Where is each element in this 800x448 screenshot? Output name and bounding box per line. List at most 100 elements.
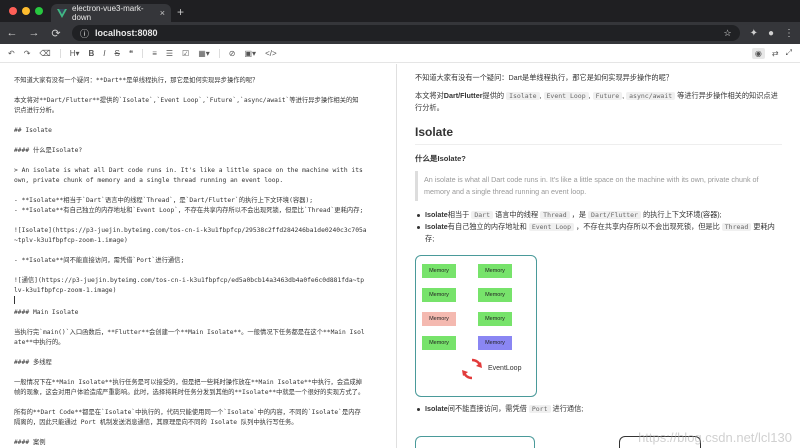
image-icon[interactable]: ▣▾ <box>244 49 256 58</box>
inline-code: Isolate <box>506 92 540 100</box>
italic-icon[interactable]: I <box>103 49 105 58</box>
li-text: 进行通信; <box>552 404 584 413</box>
heading-isolate: Isolate <box>415 124 782 145</box>
editor-line[interactable]: 本文将对**Dart/Flutter**提供的`Isolate`,`Event … <box>14 96 382 106</box>
toolbar-divider <box>142 48 144 58</box>
editor-line[interactable]: 一般情况下在**Main Isolate**执行任务是可以接受的，但是把一些耗时… <box>14 378 382 388</box>
redo-icon[interactable]: ↷ <box>24 49 31 58</box>
profile-icon[interactable]: ● <box>768 28 774 39</box>
inline-code: Thread <box>540 211 570 219</box>
menu-icon[interactable]: ⋮ <box>784 28 794 39</box>
editor-line[interactable]: 不知道大家有没有一个疑问：**Dart**是单线程执行，那它是如何实现异步操作的… <box>14 76 382 86</box>
blank-line[interactable] <box>14 318 382 328</box>
preview-toggle-icon[interactable]: ◉ <box>751 47 765 59</box>
editor-line[interactable]: 当执行完`main()`入口函数后，**Flutter**会创建一个**Main… <box>14 328 382 338</box>
li-bold: Isolate <box>425 222 448 231</box>
editor-toolbar: ↶ ↷ ⌫ H▾ B I S ❝ ≡ ☰ ☑ ▦▾ ⊘ ▣▾ </> ◉ ⇄ ⤢ <box>0 44 800 63</box>
blank-line[interactable] <box>14 398 382 408</box>
extensions-icon[interactable]: ✦ <box>750 28 758 39</box>
sync-scroll-icon[interactable]: ⇄ <box>772 49 779 58</box>
window-controls <box>0 7 51 22</box>
editor-line[interactable]: #### Main Isolate <box>14 308 382 318</box>
editor-line[interactable]: > An isolate is what all Dart code runs … <box>14 166 382 176</box>
blank-line[interactable] <box>14 348 382 358</box>
reload-button[interactable]: ⟳ <box>50 27 62 40</box>
editor-line[interactable]: #### 什么是Isolate? <box>14 146 382 156</box>
text-cursor <box>14 296 382 308</box>
new-tab-button[interactable]: + <box>171 5 190 22</box>
clear-icon[interactable]: ⌫ <box>39 49 50 58</box>
memory-cell: Memory <box>478 336 512 350</box>
blank-line[interactable] <box>14 216 382 226</box>
editor-line[interactable]: ~tplv-k3u1fbpfcp-zoom-1.image) <box>14 236 382 246</box>
url-field[interactable]: ⓘ localhost:8080 ☆ <box>72 25 740 41</box>
blank-line[interactable] <box>14 136 382 146</box>
blank-line[interactable] <box>14 156 382 166</box>
editor-line[interactable]: 所有的**Dart Code**都是在`Isolate`中执行的，代码只能使用同… <box>14 408 382 418</box>
inline-code: Thread <box>721 223 752 231</box>
inline-code: Dart <box>471 211 494 219</box>
browser-tab[interactable]: electron-vue3-mark-down × <box>51 4 171 22</box>
task-list-icon[interactable]: ☑ <box>182 49 189 58</box>
back-button[interactable]: ← <box>6 27 18 39</box>
blank-line[interactable] <box>14 266 382 276</box>
undo-icon[interactable]: ↶ <box>8 49 15 58</box>
li-text: 间不能直接访问，需凭借 <box>447 404 527 413</box>
markdown-editor[interactable]: 不知道大家有没有一个疑问：**Dart**是单线程执行，那它是如何实现异步操作的… <box>0 64 397 448</box>
blank-line[interactable] <box>14 246 382 256</box>
blank-line[interactable] <box>14 86 382 96</box>
code-icon[interactable]: </> <box>265 49 277 58</box>
memory-cell: Memory <box>478 312 512 326</box>
summary-text: 本文将对 <box>415 91 444 100</box>
editor-line[interactable]: ![通信](https://p3-juejin.byteimg.com/tos-… <box>14 276 382 286</box>
ordered-list-icon[interactable]: ☰ <box>166 49 173 58</box>
info-icon[interactable]: ⓘ <box>80 27 89 40</box>
editor-line[interactable]: 隔离的，因此只能通过 Port 机制发送消息通信，其原理是向不同的 Isolat… <box>14 418 382 428</box>
inline-code: Dart/Flutter <box>588 211 641 219</box>
fullscreen-icon[interactable]: ⤢ <box>786 48 792 58</box>
editor-line[interactable]: ## Isolate <box>14 126 382 136</box>
li-bold: Isolate <box>425 210 448 219</box>
strikethrough-icon[interactable]: S <box>115 49 120 58</box>
blank-line[interactable] <box>14 368 382 378</box>
editor-line[interactable]: #### 多线程 <box>14 358 382 368</box>
editor-line[interactable]: - **Isolate**相当于`Dart`语言中的线程`Thread`，是`D… <box>14 196 382 206</box>
memory-cell: Memory <box>422 312 456 326</box>
quote-icon[interactable]: ❝ <box>129 49 133 58</box>
editor-line[interactable]: 帧的现象，这会对用户体验造成严重影响。此时，选择将耗时任务分发到其他的**Iso… <box>14 388 382 398</box>
isolate-diagram-image: EventLoop Memory Memory Memory Memory Memory… <box>415 255 537 397</box>
forward-button[interactable]: → <box>28 27 40 39</box>
blockquote: An isolate is what all Dart code runs in… <box>415 171 782 201</box>
markdown-app: ↶ ↷ ⌫ H▾ B I S ❝ ≡ ☰ ☑ ▦▾ ⊘ ▣▾ </> ◉ ⇄ ⤢… <box>0 44 800 448</box>
editor-line[interactable]: own, private chunk of memory and a singl… <box>14 176 382 186</box>
bold-icon[interactable]: B <box>89 49 95 58</box>
table-icon[interactable]: ▦▾ <box>198 49 210 58</box>
blank-line[interactable] <box>14 428 382 438</box>
bookmark-star-icon[interactable]: ☆ <box>723 28 731 39</box>
minimize-window-button[interactable] <box>22 7 30 15</box>
maximize-window-button[interactable] <box>35 7 43 15</box>
address-bar: ← → ⟳ ⓘ localhost:8080 ☆ ✦ ● ⋮ <box>0 22 800 44</box>
communication-diagram-image <box>415 436 535 448</box>
heading-icon[interactable]: H▾ <box>70 49 80 58</box>
unordered-list-icon[interactable]: ≡ <box>152 49 157 58</box>
editor-line[interactable]: - **Isolate**有自己独立的内存地址和`Event Loop`，不存在… <box>14 206 382 216</box>
link-icon[interactable]: ⊘ <box>229 49 236 58</box>
blank-line[interactable] <box>14 186 382 196</box>
editor-line[interactable]: lv-k3u1fbpfcp-zoom-1.image) <box>14 286 382 296</box>
toolbar-divider <box>218 48 220 58</box>
tab-close-icon[interactable]: × <box>160 8 165 18</box>
list-item: Isolate相当于 Dart 语言中的线程 Thread ，是 Dart/Fl… <box>415 209 782 221</box>
editor-line[interactable]: ate**中执行的。 <box>14 338 382 348</box>
close-window-button[interactable] <box>9 7 17 15</box>
memory-cell: Memory <box>478 288 512 302</box>
blank-line[interactable] <box>14 116 382 126</box>
editor-line[interactable]: #### 案例 <box>14 438 382 448</box>
editor-line[interactable]: ![Isolate](https://p3-juejin.byteimg.com… <box>14 226 382 236</box>
inline-code: async/await <box>626 92 676 100</box>
editor-line[interactable]: 识点进行分析。 <box>14 106 382 116</box>
memory-cell: Memory <box>422 264 456 278</box>
editor-line[interactable]: - **Isolate**间不能直接访问，需凭借`Port`进行通信; <box>14 256 382 266</box>
memory-cell: Memory <box>422 336 456 350</box>
li-text: 语言中的线程 <box>495 210 539 219</box>
